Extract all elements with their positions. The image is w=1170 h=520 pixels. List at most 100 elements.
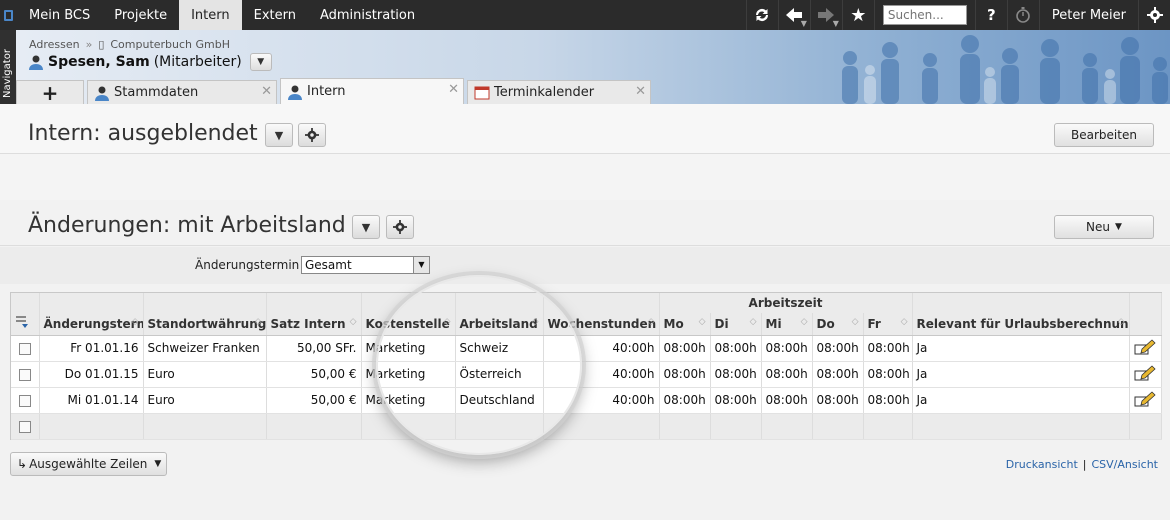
favorites-star-icon[interactable]: ★ bbox=[841, 0, 874, 30]
print-view-link[interactable]: Druckansicht bbox=[1006, 458, 1078, 471]
column-header[interactable]: Wochenstunden ◇ bbox=[543, 313, 660, 336]
table-cell: 50,00 SFr. bbox=[266, 335, 362, 362]
column-header[interactable]: Änderungstermin◇ bbox=[39, 313, 144, 336]
selected-rows-label: Ausgewählte Zeilen bbox=[29, 457, 148, 471]
column-chooser-icon[interactable] bbox=[11, 313, 40, 336]
group-header-arbeitszeit: Arbeitszeit bbox=[659, 293, 913, 313]
csv-view-link[interactable]: CSV/Ansicht bbox=[1091, 458, 1158, 471]
search-input[interactable] bbox=[882, 5, 967, 25]
table-row[interactable]: Mi 01.01.14 Euro 50,00 € Marketing Deutschla… bbox=[11, 387, 1162, 414]
table-cell: 08:00h bbox=[710, 335, 762, 362]
person-icon bbox=[29, 55, 43, 70]
person-name: Spesen, Sam bbox=[48, 54, 150, 70]
table-cell: 50,00 € bbox=[266, 387, 362, 414]
sort-icon[interactable]: ◇ bbox=[444, 317, 451, 327]
filter-select[interactable]: Gesamt ▼ bbox=[301, 256, 430, 274]
tab-label: Intern bbox=[307, 84, 346, 99]
column-header[interactable]: Fr ◇ bbox=[863, 313, 913, 336]
close-tab-icon[interactable]: ✕ bbox=[635, 84, 646, 99]
table-cell: 08:00h bbox=[659, 335, 711, 362]
tab-label: Stammdaten bbox=[114, 85, 199, 100]
edit-button[interactable]: Bearbeiten bbox=[1054, 123, 1154, 147]
section-menu-dropdown[interactable]: ▼ bbox=[265, 123, 293, 147]
column-header-label: Relevant für Urlaubsberechnung? bbox=[916, 316, 1130, 331]
nav-mein-bcs[interactable]: Mein BCS bbox=[17, 0, 102, 30]
column-header[interactable]: Arbeitsland ◇ bbox=[455, 313, 544, 336]
selected-rows-button[interactable]: ↳ Ausgewählte Zeilen ▼ bbox=[10, 452, 167, 476]
nav-extern[interactable]: Extern bbox=[242, 0, 308, 30]
help-button[interactable]: ? bbox=[974, 0, 1007, 30]
sort-icon[interactable]: ◇ bbox=[852, 317, 859, 327]
sort-icon[interactable]: ◇ bbox=[132, 317, 139, 327]
tab-terminkalender[interactable]: Terminkalender ✕ bbox=[467, 80, 651, 104]
close-tab-icon[interactable]: ✕ bbox=[448, 82, 459, 97]
settings-gear-icon[interactable] bbox=[386, 215, 414, 239]
sort-icon[interactable]: ◇ bbox=[801, 317, 808, 327]
row-checkbox[interactable] bbox=[18, 368, 31, 381]
chevron-down-icon: ▼ bbox=[413, 257, 429, 273]
column-header-label: Fr bbox=[867, 316, 881, 331]
breadcrumb-adressen[interactable]: Adressen bbox=[29, 38, 80, 51]
section-menu-dropdown[interactable]: ▼ bbox=[352, 215, 380, 239]
column-header[interactable]: Standortwährung ◇ bbox=[143, 313, 267, 336]
link-separator: | bbox=[1082, 458, 1087, 471]
close-tab-icon[interactable]: ✕ bbox=[261, 84, 272, 99]
table-cell: Marketing bbox=[361, 361, 456, 388]
empty-area bbox=[0, 154, 1170, 200]
sort-icon[interactable]: ◇ bbox=[699, 317, 706, 327]
column-header-label: Mo bbox=[663, 316, 684, 331]
table-row[interactable]: Fr 01.01.16 Schweizer Franken 50,00 SFr. Ma… bbox=[11, 335, 1162, 362]
person-icon bbox=[288, 85, 302, 100]
column-header[interactable]: Mo ◇ bbox=[659, 313, 711, 336]
column-header[interactable]: Kostenstelle ◇ bbox=[361, 313, 456, 336]
header-decoration-figures bbox=[842, 35, 1168, 104]
person-menu-dropdown[interactable]: ▼ bbox=[249, 53, 272, 71]
column-header-label: Standortwährung bbox=[147, 316, 266, 331]
breadcrumb-company[interactable]: Computerbuch GmbH bbox=[110, 38, 230, 51]
row-checkbox[interactable] bbox=[18, 342, 31, 355]
nav-projekte[interactable]: Projekte bbox=[102, 0, 179, 30]
sort-icon[interactable]: ◇ bbox=[648, 317, 655, 327]
sort-icon[interactable]: ◇ bbox=[350, 317, 357, 327]
sort-icon[interactable]: ◇ bbox=[255, 317, 262, 327]
table-cell: 08:00h bbox=[863, 387, 913, 414]
add-tab-button[interactable]: + bbox=[16, 80, 84, 105]
section-changes: Änderungen: mit Arbeitsland ▼ Neu ▼ bbox=[0, 200, 1170, 246]
edit-pencil-icon[interactable] bbox=[1134, 364, 1156, 381]
user-menu[interactable]: Peter Meier bbox=[1038, 0, 1138, 30]
app-logo-icon[interactable] bbox=[0, 0, 17, 30]
select-all-checkbox[interactable] bbox=[18, 420, 31, 433]
forward-arrow-icon[interactable]: ▼ bbox=[809, 0, 842, 30]
table-cell: 40:00h bbox=[543, 361, 660, 388]
column-header-label: Satz Intern bbox=[270, 316, 346, 331]
edit-pencil-icon[interactable] bbox=[1134, 338, 1156, 355]
record-tabs: + Stammdaten ✕ Intern ✕ Terminkalender ✕ bbox=[16, 78, 654, 105]
refresh-icon[interactable] bbox=[745, 0, 778, 30]
new-button[interactable]: Neu ▼ bbox=[1054, 215, 1154, 239]
column-header[interactable]: Mi ◇ bbox=[761, 313, 813, 336]
company-icon: ▯ bbox=[98, 38, 105, 51]
column-header[interactable]: Relevant für Urlaubsberechnung? ◇ bbox=[912, 313, 1130, 336]
stopwatch-icon[interactable] bbox=[1006, 0, 1039, 30]
table-row[interactable]: Do 01.01.15 Euro 50,00 € Marketing Österreic… bbox=[11, 361, 1162, 388]
navigator-panel-toggle[interactable]: Navigator bbox=[0, 30, 16, 106]
back-arrow-icon[interactable]: ▼ bbox=[777, 0, 810, 30]
sort-icon[interactable]: ◇ bbox=[532, 317, 539, 327]
column-header[interactable]: Satz Intern ◇ bbox=[266, 313, 362, 336]
sort-icon[interactable]: ◇ bbox=[901, 317, 908, 327]
sort-icon[interactable]: ◇ bbox=[1118, 317, 1125, 327]
tab-stammdaten[interactable]: Stammdaten ✕ bbox=[87, 80, 277, 104]
column-header-label: Wochenstunden bbox=[547, 316, 657, 331]
nav-administration[interactable]: Administration bbox=[308, 0, 427, 30]
nav-intern[interactable]: Intern bbox=[179, 0, 242, 30]
tab-label: Terminkalender bbox=[494, 85, 595, 100]
edit-pencil-icon[interactable] bbox=[1134, 390, 1156, 407]
chevron-down-icon: ▼ bbox=[154, 459, 162, 469]
settings-gear-icon[interactable] bbox=[1138, 0, 1170, 30]
row-checkbox[interactable] bbox=[18, 394, 31, 407]
column-header[interactable]: Do ◇ bbox=[812, 313, 864, 336]
sort-icon[interactable]: ◇ bbox=[750, 317, 757, 327]
tab-intern[interactable]: Intern ✕ bbox=[280, 78, 464, 104]
column-header[interactable]: Di ◇ bbox=[710, 313, 762, 336]
settings-gear-icon[interactable] bbox=[298, 123, 326, 147]
